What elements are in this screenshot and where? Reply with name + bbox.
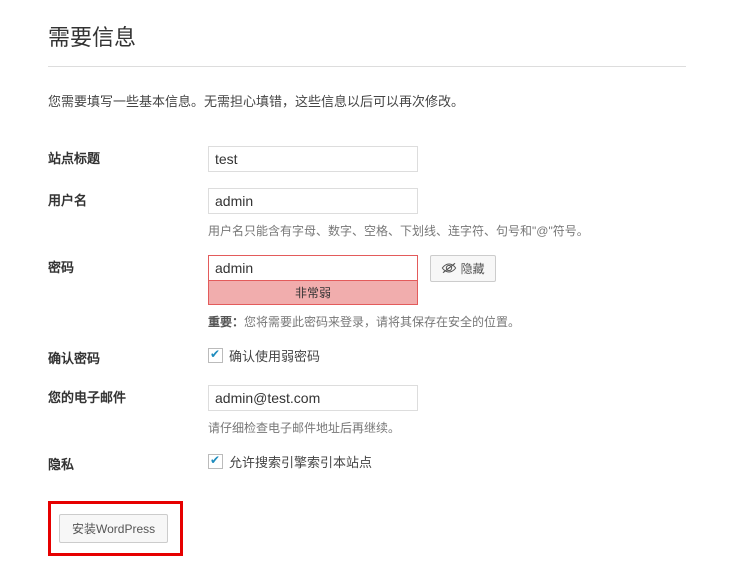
confirm-weak-password-label[interactable]: 确认使用弱密码 bbox=[229, 346, 320, 365]
hide-password-label: 隐藏 bbox=[461, 262, 485, 276]
password-hint: 重要：您将需要此密码来登录，请将其保存在安全的位置。 bbox=[208, 313, 686, 330]
password-hint-strong: 重要： bbox=[208, 315, 244, 329]
site-title-label: 站点标题 bbox=[48, 138, 208, 180]
email-label: 您的电子邮件 bbox=[48, 377, 208, 444]
confirm-weak-password-checkbox[interactable] bbox=[208, 348, 223, 363]
username-label: 用户名 bbox=[48, 180, 208, 247]
page-title: 需要信息 bbox=[48, 20, 686, 52]
email-hint: 请仔细检查电子邮件地址后再继续。 bbox=[208, 419, 686, 436]
install-wordpress-button[interactable]: 安装WordPress bbox=[59, 514, 168, 543]
password-input[interactable] bbox=[208, 255, 418, 281]
eye-slash-icon bbox=[441, 262, 457, 277]
privacy-checkbox[interactable] bbox=[208, 454, 223, 469]
username-input[interactable] bbox=[208, 188, 418, 214]
divider bbox=[48, 66, 686, 67]
password-label: 密码 bbox=[48, 247, 208, 338]
privacy-checkbox-label[interactable]: 允许搜索引擎索引本站点 bbox=[229, 452, 372, 471]
submit-highlight-box: 安装WordPress bbox=[48, 501, 183, 556]
intro-text: 您需要填写一些基本信息。无需担心填错，这些信息以后可以再次修改。 bbox=[48, 91, 686, 110]
confirm-password-label: 确认密码 bbox=[48, 338, 208, 377]
password-hint-rest: 您将需要此密码来登录，请将其保存在安全的位置。 bbox=[244, 315, 520, 329]
site-title-input[interactable] bbox=[208, 146, 418, 172]
install-form: 站点标题 用户名 用户名只能含有字母、数字、空格、下划线、连字符、句号和"@"符… bbox=[48, 138, 686, 483]
email-input[interactable] bbox=[208, 385, 418, 411]
password-strength-meter: 非常弱 bbox=[208, 281, 418, 305]
privacy-label: 隐私 bbox=[48, 444, 208, 483]
username-hint: 用户名只能含有字母、数字、空格、下划线、连字符、句号和"@"符号。 bbox=[208, 222, 686, 239]
hide-password-button[interactable]: 隐藏 bbox=[430, 255, 496, 282]
